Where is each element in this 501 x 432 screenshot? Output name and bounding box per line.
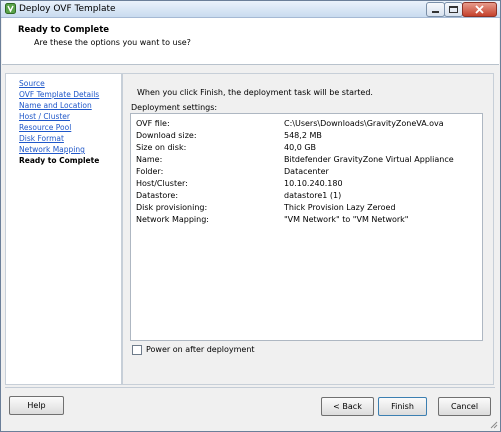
setting-value: 10.10.240.180 — [284, 179, 343, 188]
setting-key: Name: — [136, 155, 163, 164]
finish-button[interactable]: Finish — [378, 397, 427, 416]
nav-item-name-and-location[interactable]: Name and Location — [19, 101, 92, 110]
settings-row-disk-provisioning: Disk provisioning: Thick Provision Lazy … — [136, 203, 476, 215]
settings-row-name: Name: Bitdefender GravityZone Virtual Ap… — [136, 155, 476, 167]
minimize-button[interactable] — [426, 2, 445, 17]
help-button[interactable]: Help — [9, 396, 64, 415]
nav-item-source[interactable]: Source — [19, 79, 45, 88]
page-title: Ready to Complete — [18, 25, 110, 35]
deploy-ovf-window: Deploy OVF Template Ready to Complete Ar… — [0, 0, 501, 432]
nav-item-disk-format[interactable]: Disk Format — [19, 134, 64, 143]
settings-row-host-cluster: Host/Cluster: 10.10.240.180 — [136, 179, 476, 191]
window-title: Deploy OVF Template — [19, 4, 116, 14]
setting-key: Host/Cluster: — [136, 179, 188, 188]
vsphere-app-icon — [5, 3, 16, 14]
cancel-button[interactable]: Cancel — [438, 397, 491, 416]
power-on-checkbox[interactable] — [132, 345, 142, 355]
page-subtitle: Are these the options you want to use? — [34, 38, 191, 47]
setting-value: Thick Provision Lazy Zeroed — [284, 203, 396, 212]
back-button[interactable]: < Back — [321, 397, 374, 416]
settings-row-size-on-disk: Size on disk: 40,0 GB — [136, 143, 476, 155]
nav-item-network-mapping[interactable]: Network Mapping — [19, 145, 85, 154]
wizard-header: Ready to Complete Are these the options … — [2, 18, 499, 65]
power-on-label[interactable]: Power on after deployment — [146, 345, 255, 354]
minimize-icon — [432, 11, 439, 13]
setting-value: Bitdefender GravityZone Virtual Applianc… — [284, 155, 454, 164]
footer-divider — [5, 387, 495, 388]
settings-row-datastore: Datastore: datastore1 (1) — [136, 191, 476, 203]
maximize-icon — [449, 6, 458, 13]
setting-value: datastore1 (1) — [284, 191, 342, 200]
close-button[interactable] — [462, 2, 497, 17]
settings-row-folder: Folder: Datacenter — [136, 167, 476, 179]
deployment-settings-box: OVF file: C:\Users\Downloads\GravityZone… — [130, 113, 483, 341]
setting-value: 40,0 GB — [284, 143, 317, 152]
setting-key: Disk provisioning: — [136, 203, 208, 212]
setting-key: Datastore: — [136, 191, 179, 200]
deployment-settings-label: Deployment settings: — [131, 103, 218, 112]
title-bar[interactable]: Deploy OVF Template — [1, 1, 500, 18]
intro-text: When you click Finish, the deployment ta… — [137, 88, 373, 97]
nav-item-ovf-template-details[interactable]: OVF Template Details — [19, 90, 99, 99]
setting-value: Datacenter — [284, 167, 329, 176]
setting-key: Download size: — [136, 131, 197, 140]
setting-value: C:\Users\Downloads\GravityZoneVA.ova — [284, 119, 444, 128]
maximize-button[interactable] — [444, 2, 463, 17]
setting-key: Network Mapping: — [136, 215, 209, 224]
nav-item-ready-to-complete: Ready to Complete — [19, 156, 100, 165]
setting-value: "VM Network" to "VM Network" — [284, 215, 409, 224]
nav-item-host-cluster[interactable]: Host / Cluster — [19, 112, 70, 121]
settings-row-download-size: Download size: 548,2 MB — [136, 131, 476, 143]
setting-key: Size on disk: — [136, 143, 187, 152]
resize-grip-icon[interactable] — [489, 420, 498, 429]
wizard-steps-nav: Source OVF Template Details Name and Loc… — [5, 73, 122, 385]
close-icon — [475, 5, 484, 14]
settings-row-ovf-file: OVF file: C:\Users\Downloads\GravityZone… — [136, 119, 476, 131]
setting-key: Folder: — [136, 167, 164, 176]
content-panel: When you click Finish, the deployment ta… — [122, 73, 494, 385]
setting-value: 548,2 MB — [284, 131, 322, 140]
nav-item-resource-pool[interactable]: Resource Pool — [19, 123, 71, 132]
setting-key: OVF file: — [136, 119, 170, 128]
settings-row-network-mapping: Network Mapping: "VM Network" to "VM Net… — [136, 215, 476, 227]
